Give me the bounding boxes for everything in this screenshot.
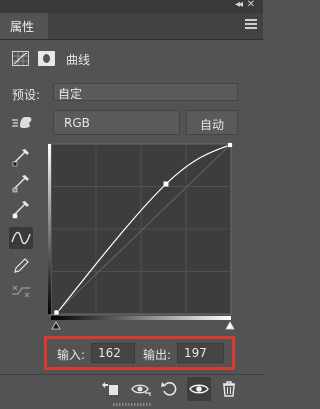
mask-icon[interactable] xyxy=(38,51,55,66)
auto-button-label: 自动 xyxy=(199,118,224,132)
reset-icon[interactable] xyxy=(160,381,178,397)
input-output-box: 输入: 162 输出: 197 xyxy=(44,336,235,370)
view-previous-icon[interactable] xyxy=(131,381,151,397)
output-value: 197 xyxy=(184,346,207,360)
input-field[interactable]: 162 xyxy=(91,343,135,363)
adjustment-header: 曲线 xyxy=(0,46,263,72)
panel-top-strip: ◂◂ ✕ xyxy=(0,0,263,13)
adjustment-title: 曲线 xyxy=(66,53,91,67)
bottom-toolbar xyxy=(0,374,263,403)
chevron-down-icon: ⌄ xyxy=(58,85,67,96)
curves-icon xyxy=(12,51,29,66)
panel-resize-grip[interactable] xyxy=(113,403,151,406)
auto-button[interactable]: 自动 xyxy=(186,110,238,135)
collapse-icon[interactable]: ◂◂ xyxy=(235,0,243,10)
eyedropper-black-icon[interactable] xyxy=(9,146,33,168)
clip-to-layer-icon[interactable] xyxy=(100,381,118,397)
smooth-icon xyxy=(9,280,33,302)
preset-dropdown[interactable]: 自定 ⌄ xyxy=(53,83,238,101)
panel-menu-icon[interactable] xyxy=(245,19,257,31)
curve-point-white[interactable] xyxy=(227,142,233,148)
panel-header: 属性 xyxy=(0,13,263,40)
pencil-icon[interactable] xyxy=(9,255,33,277)
chevron-down-icon: ⌄ xyxy=(64,116,73,127)
curve-point-selected[interactable] xyxy=(163,181,169,187)
input-value: 162 xyxy=(98,346,121,360)
eyedropper-gray-icon[interactable] xyxy=(9,172,33,194)
trash-icon[interactable] xyxy=(220,381,238,397)
hand-icon[interactable] xyxy=(12,113,34,131)
curves-graph[interactable] xyxy=(48,141,238,333)
preset-label: 预设: xyxy=(12,88,41,102)
curve-point-black[interactable] xyxy=(53,309,60,316)
visibility-toggle[interactable] xyxy=(187,377,211,401)
curve-points-icon[interactable] xyxy=(9,227,33,249)
output-label: 输出: xyxy=(143,348,172,362)
eyedropper-white-icon[interactable] xyxy=(9,198,33,220)
close-icon[interactable]: ✕ xyxy=(247,0,255,10)
input-label: 输入: xyxy=(57,348,86,362)
eye-icon xyxy=(196,386,202,392)
black-point-slider[interactable] xyxy=(51,321,61,330)
channel-dropdown[interactable]: RGB ⌄ xyxy=(53,110,180,135)
white-point-slider[interactable] xyxy=(225,321,235,330)
output-field[interactable]: 197 xyxy=(177,343,224,363)
tab-properties-label: 属性 xyxy=(10,20,35,34)
tab-properties[interactable]: 属性 xyxy=(0,13,48,39)
